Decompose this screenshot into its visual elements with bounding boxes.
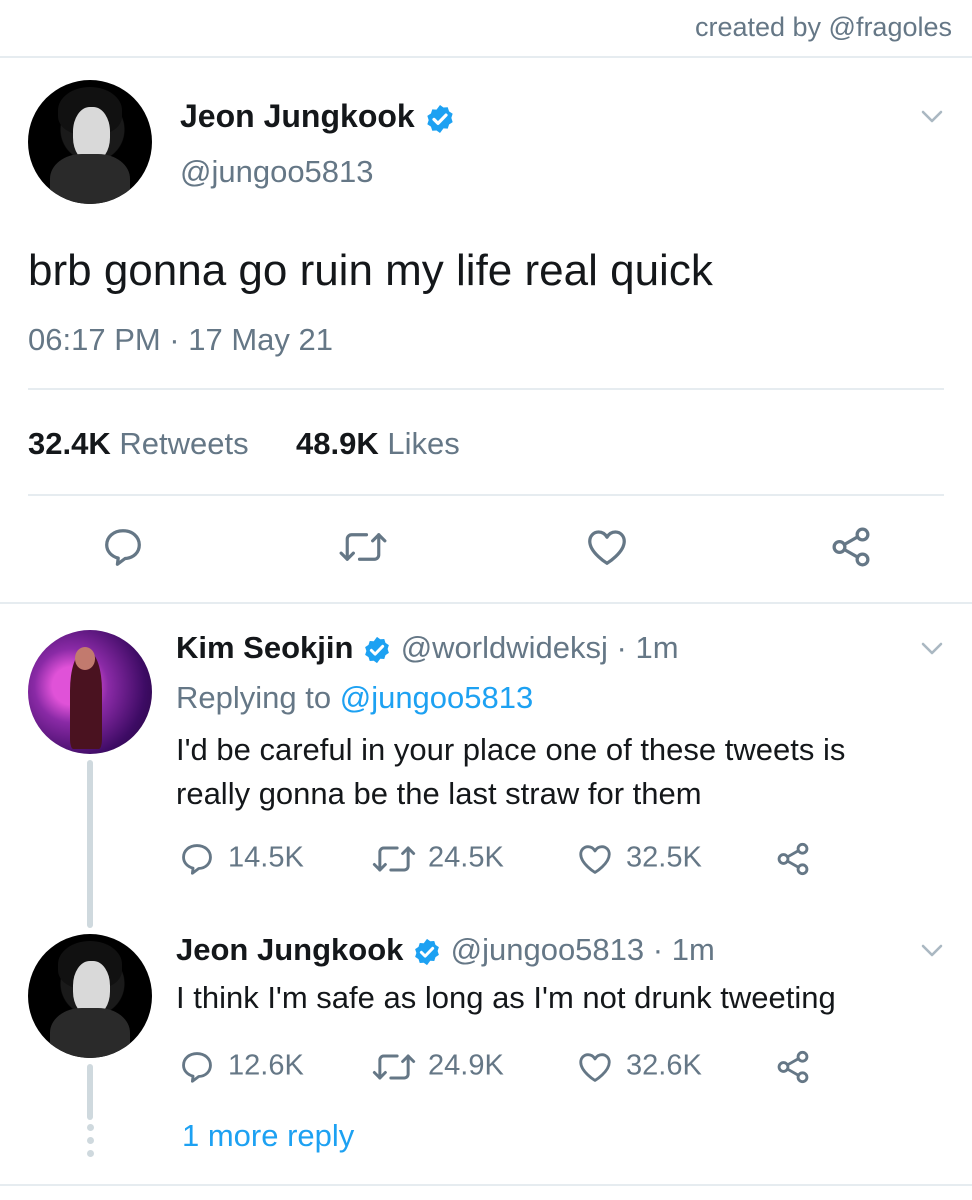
replying-to: Replying to @jungoo5813	[176, 680, 534, 715]
reply-button[interactable]: 12.6K	[178, 1048, 304, 1086]
share-icon[interactable]	[774, 840, 812, 878]
reply-button[interactable]: 14.5K	[178, 840, 304, 878]
retweet-button[interactable]: 24.5K	[372, 840, 504, 878]
thread-continuation-dots	[87, 1124, 94, 1163]
likes-stat[interactable]: 48.9K Likes	[296, 426, 460, 462]
chevron-down-icon[interactable]	[918, 936, 946, 964]
like-count: 32.6K	[626, 1049, 702, 1082]
reply-count: 14.5K	[228, 841, 304, 874]
more-replies-link[interactable]: 1 more reply	[182, 1118, 354, 1154]
divider	[28, 494, 944, 496]
author-handle[interactable]: @worldwideksj	[401, 630, 608, 665]
reply-icon	[182, 1052, 212, 1083]
like-icon[interactable]	[584, 524, 630, 570]
reply-header: Jeon Jungkook @jungoo5813 · 1m	[176, 932, 715, 968]
like-icon	[579, 1053, 611, 1082]
avatar[interactable]	[28, 80, 152, 204]
share-icon[interactable]	[774, 1048, 812, 1086]
reply-icon[interactable]	[100, 524, 146, 570]
reply-text: I'd be careful in your place one of thes…	[176, 732, 846, 811]
author-handle[interactable]: @jungoo5813	[451, 932, 645, 967]
retweet-icon	[372, 846, 416, 872]
chevron-down-icon[interactable]	[918, 102, 946, 130]
reply-time: · 1m	[616, 630, 679, 665]
like-button[interactable]: 32.6K	[576, 1048, 702, 1086]
reply-header: Kim Seokjin @worldwideksj · 1m	[176, 630, 679, 666]
retweet-button[interactable]: 24.9K	[372, 1048, 504, 1086]
top-divider	[0, 56, 972, 58]
retweet-icon[interactable]	[338, 526, 388, 568]
likes-label: Likes	[387, 426, 460, 461]
avatar[interactable]	[28, 934, 152, 1058]
reply-count: 12.6K	[228, 1049, 304, 1082]
like-button[interactable]: 32.5K	[576, 840, 702, 878]
tweet-timestamp[interactable]: 06:17 PM · 17 May 21	[28, 322, 333, 358]
verified-badge-icon	[365, 636, 389, 663]
chevron-down-icon[interactable]	[918, 634, 946, 662]
verified-badge-icon	[415, 938, 439, 965]
section-divider	[0, 602, 972, 604]
like-count: 32.5K	[626, 841, 702, 874]
thread-line	[87, 760, 93, 928]
creator-credit: created by @fragoles	[694, 12, 952, 42]
likes-count: 48.9K	[296, 426, 379, 461]
retweets-stat[interactable]: 32.4K Retweets	[28, 426, 249, 462]
author-name[interactable]: Jeon Jungkook	[176, 932, 403, 967]
bottom-divider	[0, 1184, 972, 1186]
retweets-label: Retweets	[119, 426, 249, 461]
retweet-count: 24.9K	[428, 1049, 504, 1082]
reply-icon	[182, 844, 212, 875]
reply-text: I think I'm safe as long as I'm not drun…	[176, 980, 836, 1015]
thread-line	[87, 1064, 93, 1120]
avatar[interactable]	[28, 630, 152, 754]
reply-time: · 1m	[652, 932, 715, 967]
author-handle[interactable]: @jungoo5813	[180, 154, 374, 190]
divider	[28, 388, 944, 390]
retweet-count: 24.5K	[428, 841, 504, 874]
author-name[interactable]: Kim Seokjin	[176, 630, 353, 665]
share-icon[interactable]	[828, 524, 874, 570]
tweet-text: brb gonna go ruin my life real quick	[28, 246, 713, 295]
retweet-icon	[372, 1054, 416, 1080]
author-name[interactable]: Jeon Jungkook	[180, 98, 456, 135]
mention-link[interactable]: @jungoo5813	[340, 680, 534, 715]
retweets-count: 32.4K	[28, 426, 111, 461]
like-icon	[579, 845, 611, 874]
verified-badge-icon	[426, 104, 453, 133]
